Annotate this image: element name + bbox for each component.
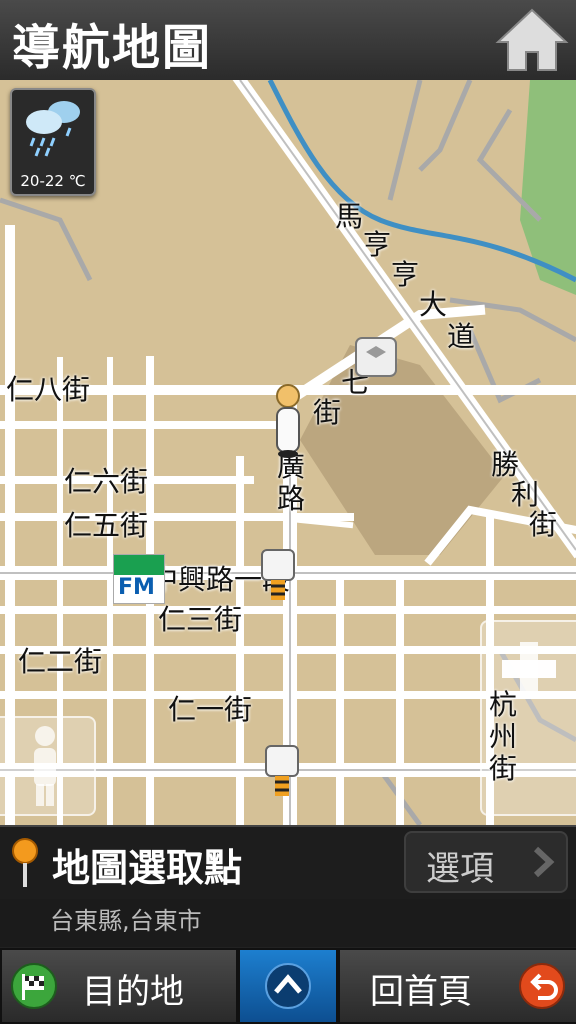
road-label-mating-3: 亨 (390, 258, 419, 291)
home-button[interactable] (494, 6, 570, 74)
road-label-hangzhou-2: 州 (488, 720, 517, 753)
rain-cloud-icon (26, 101, 80, 157)
road-label-renliu: 仁六街 (64, 465, 149, 498)
header-bar: 導航地圖 (0, 0, 576, 82)
map-view[interactable]: 馬 亨 亨 大 道 仁 七 街 廣 路 勝 利 街 仁八街 仁六街 仁五街 中興… (0, 80, 576, 825)
road-label-mating-4: 大 (418, 288, 447, 321)
person-icon (34, 726, 56, 806)
road-label-shengli-2: 利 (510, 478, 539, 511)
road-label-rensan: 仁三街 (158, 603, 243, 636)
return-arrow-icon (519, 963, 565, 1009)
page-title: 導航地圖 (12, 20, 213, 76)
road-label-hangzhou-3: 街 (488, 752, 517, 785)
road-label-hangzhou-1: 杭 (488, 688, 517, 721)
checkered-flag-icon (11, 963, 57, 1009)
address-bar: 台東縣,台東市 (0, 899, 576, 947)
locate-me-button[interactable] (0, 716, 96, 816)
road-label-mating-1: 馬 (334, 200, 363, 233)
selected-point-pin-icon[interactable] (268, 382, 308, 462)
road-label-rener: 仁二街 (18, 645, 103, 678)
weather-temp: 20-22 ℃ (20, 172, 86, 190)
address-text: 台東縣,台東市 (50, 907, 202, 935)
map-pin-icon (12, 838, 38, 887)
chevron-right-icon (533, 846, 555, 878)
road-label-renwu: 仁五街 (64, 509, 149, 542)
road-label-mating-2: 亨 (362, 228, 391, 261)
destination-tab[interactable]: 目的地 (2, 950, 236, 1022)
chevron-up-icon (265, 963, 311, 1009)
road-label-mating-5: 道 (446, 320, 475, 353)
road-label-renba: 仁八街 (6, 373, 91, 406)
bottom-nav: 目的地 回首頁 (0, 948, 576, 1024)
options-button[interactable]: 選項 (404, 831, 568, 893)
road-label-renyi: 仁一街 (168, 693, 253, 726)
poi-marker-2-icon[interactable] (262, 742, 302, 798)
selected-point-title: 地圖選取點 (52, 846, 243, 890)
home-page-tab[interactable]: 回首頁 (340, 950, 576, 1022)
park-area (520, 80, 576, 295)
road-label-shengli-3: 街 (528, 508, 557, 541)
road-label-shengli-1: 勝 (490, 448, 519, 481)
road-label-renqi-3: 街 (312, 396, 341, 429)
info-bar: 地圖選取點 選項 (0, 825, 576, 899)
options-label: 選項 (426, 849, 494, 889)
home-icon (495, 8, 569, 71)
road-label-guang-2: 路 (276, 482, 305, 515)
fm-store-logo[interactable]: FM (113, 554, 165, 604)
fm-label: FM (118, 575, 155, 600)
poi-school-icon[interactable] (352, 332, 402, 384)
destination-label: 目的地 (82, 972, 184, 1012)
poi-marker-1-icon[interactable] (258, 546, 298, 602)
weather-widget[interactable]: 20-22 ℃ (10, 88, 96, 196)
home-page-label: 回首頁 (370, 972, 472, 1012)
expand-menu-button[interactable] (240, 950, 336, 1022)
